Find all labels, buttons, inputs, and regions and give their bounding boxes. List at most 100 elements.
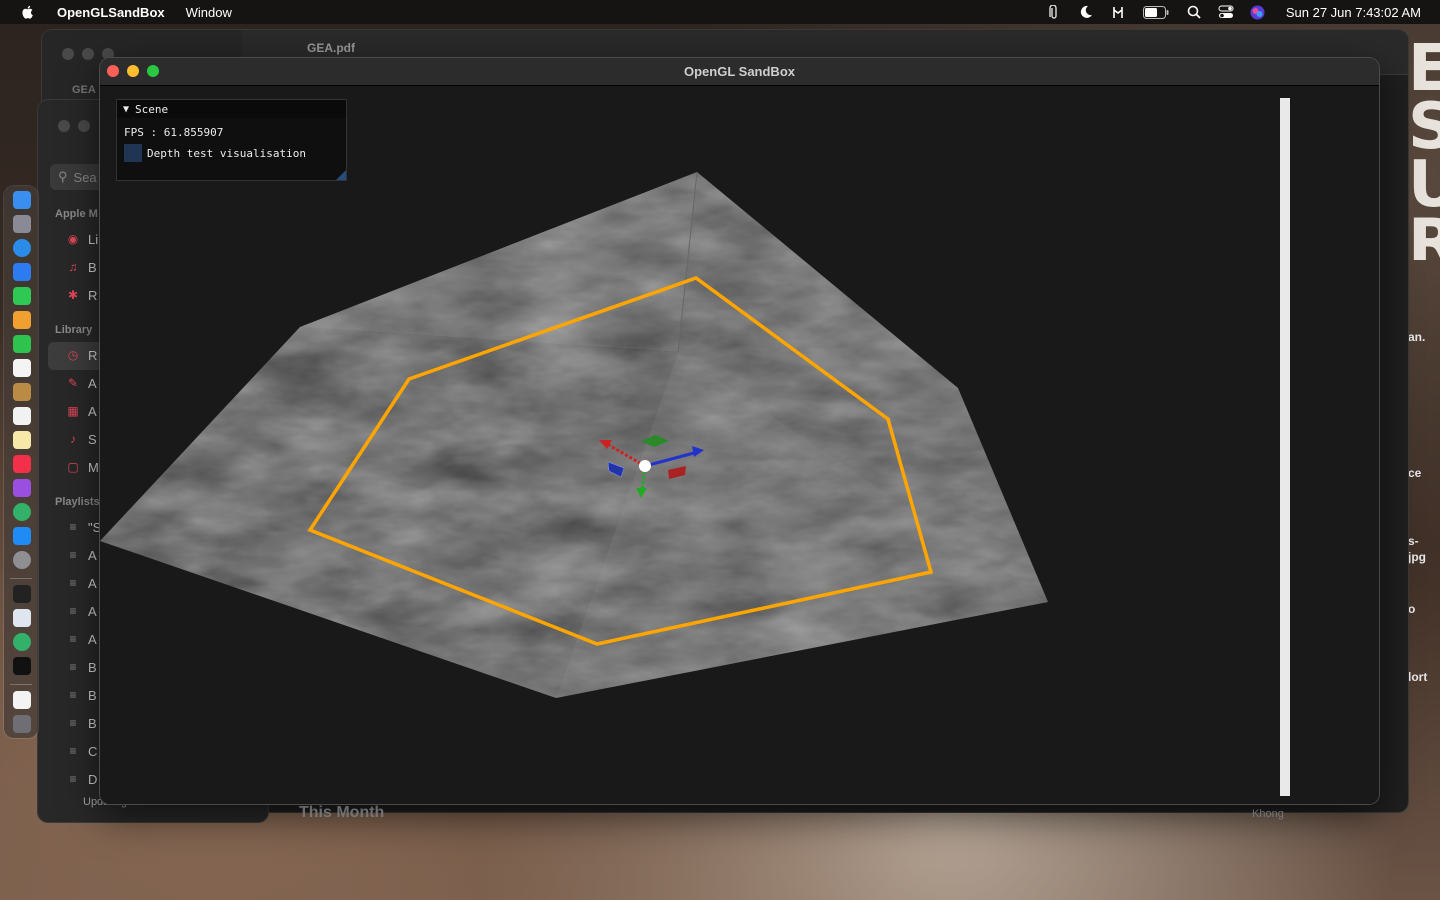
playlist-item[interactable]: ≡ A bbox=[66, 573, 96, 593]
panel-header[interactable]: ▼ Scene bbox=[117, 100, 346, 118]
fps-readout: FPS : 61.855907 bbox=[124, 126, 224, 139]
scene-render bbox=[100, 171, 1048, 698]
trash-icon[interactable] bbox=[13, 715, 31, 733]
sidebar-item[interactable]: ◷ R bbox=[66, 345, 98, 365]
playlist-item[interactable]: ≡ B bbox=[66, 713, 96, 733]
resize-grip[interactable] bbox=[336, 170, 346, 180]
title-bar: OpenGL SandBox bbox=[100, 58, 1379, 86]
playlist-icon: ≡ bbox=[69, 520, 77, 534]
section-apple-music: Apple M bbox=[55, 208, 98, 220]
playlist-icon: ≡ bbox=[69, 688, 77, 702]
playlist-item[interactable]: ≡ B bbox=[66, 685, 96, 705]
facetime-icon[interactable] bbox=[13, 335, 31, 353]
menu-app-name[interactable]: OpenGLSandBox bbox=[57, 5, 165, 20]
depth-test-label: Depth test visualisation bbox=[147, 146, 306, 160]
messages-icon[interactable] bbox=[13, 287, 31, 305]
cube-face-overlay bbox=[100, 172, 1048, 698]
playlist-icon: ≡ bbox=[69, 772, 77, 786]
playlist-item[interactable]: ≡ D bbox=[66, 769, 97, 789]
playlist-icon: ≡ bbox=[69, 660, 77, 674]
section-playlists: Playlists bbox=[55, 496, 100, 508]
textured-cube bbox=[100, 171, 1048, 698]
status-area: Sun 27 Jun 7:43:02 AM bbox=[1038, 0, 1440, 24]
contacts-icon[interactable] bbox=[13, 383, 31, 401]
preview-title: GEA.pdf bbox=[307, 41, 355, 55]
depth-test-checkbox[interactable] bbox=[124, 144, 142, 162]
console-icon[interactable] bbox=[13, 657, 31, 675]
app-store-icon[interactable] bbox=[13, 527, 31, 545]
search-icon[interactable] bbox=[1186, 4, 1202, 20]
sidebar-item[interactable]: ▦ A bbox=[66, 401, 96, 421]
system-preferences-icon[interactable] bbox=[13, 551, 31, 569]
clock-icon: ◷ bbox=[67, 348, 79, 362]
playlist-item[interactable]: ≡ C bbox=[66, 741, 97, 761]
finder-icon[interactable] bbox=[13, 191, 31, 209]
song-icon: ♪ bbox=[70, 432, 76, 446]
playlist-item[interactable]: ≡ A bbox=[66, 545, 96, 565]
calendar-icon[interactable] bbox=[13, 359, 31, 377]
launchpad-icon[interactable] bbox=[13, 215, 31, 233]
playlist-item[interactable]: ≡ B bbox=[66, 657, 96, 677]
preview-icon[interactable] bbox=[13, 609, 31, 627]
playlist-item[interactable]: ≡ A bbox=[66, 629, 96, 649]
gizmo-center bbox=[639, 460, 651, 472]
sidebar-item[interactable]: ✱ R bbox=[66, 285, 97, 305]
video-icon: ▢ bbox=[67, 460, 79, 474]
chrome-icon[interactable] bbox=[13, 633, 31, 651]
chrome-icon[interactable] bbox=[13, 503, 31, 521]
depth-test-row[interactable]: Depth test visualisation bbox=[124, 144, 306, 162]
safari-icon[interactable] bbox=[13, 239, 31, 257]
apple-icon[interactable] bbox=[20, 4, 36, 20]
dock bbox=[4, 186, 38, 738]
playlist-item[interactable]: ≡ "S bbox=[66, 517, 101, 537]
section-library: Library bbox=[55, 324, 93, 336]
poster-snippet: o bbox=[1408, 602, 1416, 616]
playlist-icon: ≡ bbox=[69, 744, 77, 758]
notes-icon[interactable] bbox=[13, 431, 31, 449]
gl-viewport[interactable] bbox=[100, 86, 1379, 804]
moon-icon[interactable] bbox=[1078, 4, 1094, 20]
window-controls bbox=[58, 120, 90, 132]
preview-scrollbar[interactable] bbox=[1280, 98, 1290, 796]
sidebar-item[interactable]: ♪ S bbox=[66, 429, 97, 449]
playlist-icon: ≡ bbox=[69, 604, 77, 618]
opengl-window: OpenGL SandBox ▼ Scene FPS: 61.855907 D… bbox=[100, 58, 1379, 804]
collapse-triangle-icon[interactable]: ▼ bbox=[123, 104, 129, 115]
search-icon: ⚲ bbox=[58, 169, 68, 184]
terminal-icon[interactable] bbox=[13, 585, 31, 603]
sidebar-item[interactable]: ♫ B bbox=[66, 257, 97, 277]
podcasts-icon[interactable] bbox=[13, 479, 31, 497]
siri-icon[interactable] bbox=[1250, 4, 1266, 20]
menu-bar: OpenGLSandBox Window Sun 27 Jun 7:43:02 … bbox=[0, 0, 1440, 24]
menu-clock[interactable]: Sun 27 Jun 7:43:02 AM bbox=[1286, 5, 1421, 20]
photos-icon[interactable] bbox=[13, 311, 31, 329]
scene-panel[interactable]: ▼ Scene FPS : 61.855907 Depth test visua… bbox=[116, 99, 347, 181]
preview-right-label: Khong bbox=[1252, 808, 1284, 820]
control-center-icon[interactable] bbox=[1218, 4, 1234, 20]
antenna-icon[interactable] bbox=[1110, 4, 1126, 20]
album-icon: ▦ bbox=[67, 404, 79, 418]
window-title: OpenGL SandBox bbox=[684, 64, 795, 79]
dock-separator bbox=[10, 578, 32, 579]
playlist-icon: ≡ bbox=[69, 632, 77, 646]
preview-sidebar-label: GEA bbox=[72, 84, 96, 96]
music-icon[interactable] bbox=[13, 455, 31, 473]
playlist-icon: ≡ bbox=[69, 548, 77, 562]
poster-artwork: ESTUSRT bbox=[1408, 40, 1440, 260]
playlist-item[interactable]: ≡ A bbox=[66, 601, 96, 621]
poster-snippet: an. bbox=[1408, 330, 1426, 344]
downloads-icon[interactable] bbox=[13, 691, 31, 709]
battery-icon[interactable] bbox=[1142, 4, 1170, 20]
mail-icon[interactable] bbox=[13, 263, 31, 281]
poster-snippet: jpg bbox=[1408, 550, 1426, 564]
sidebar-item[interactable]: ◉ Li bbox=[66, 229, 98, 249]
sidebar-item[interactable]: ▢ M bbox=[66, 457, 99, 477]
menu-window[interactable]: Window bbox=[186, 5, 232, 20]
sidebar-item[interactable]: ✎ A bbox=[66, 373, 97, 393]
paperclip-icon[interactable] bbox=[1046, 4, 1062, 20]
poster-snippet: s- bbox=[1408, 534, 1419, 548]
month-label: This Month bbox=[299, 804, 385, 821]
reminders-icon[interactable] bbox=[13, 407, 31, 425]
microphone-icon: ✎ bbox=[67, 376, 79, 390]
radio-icon: ✱ bbox=[67, 288, 79, 302]
